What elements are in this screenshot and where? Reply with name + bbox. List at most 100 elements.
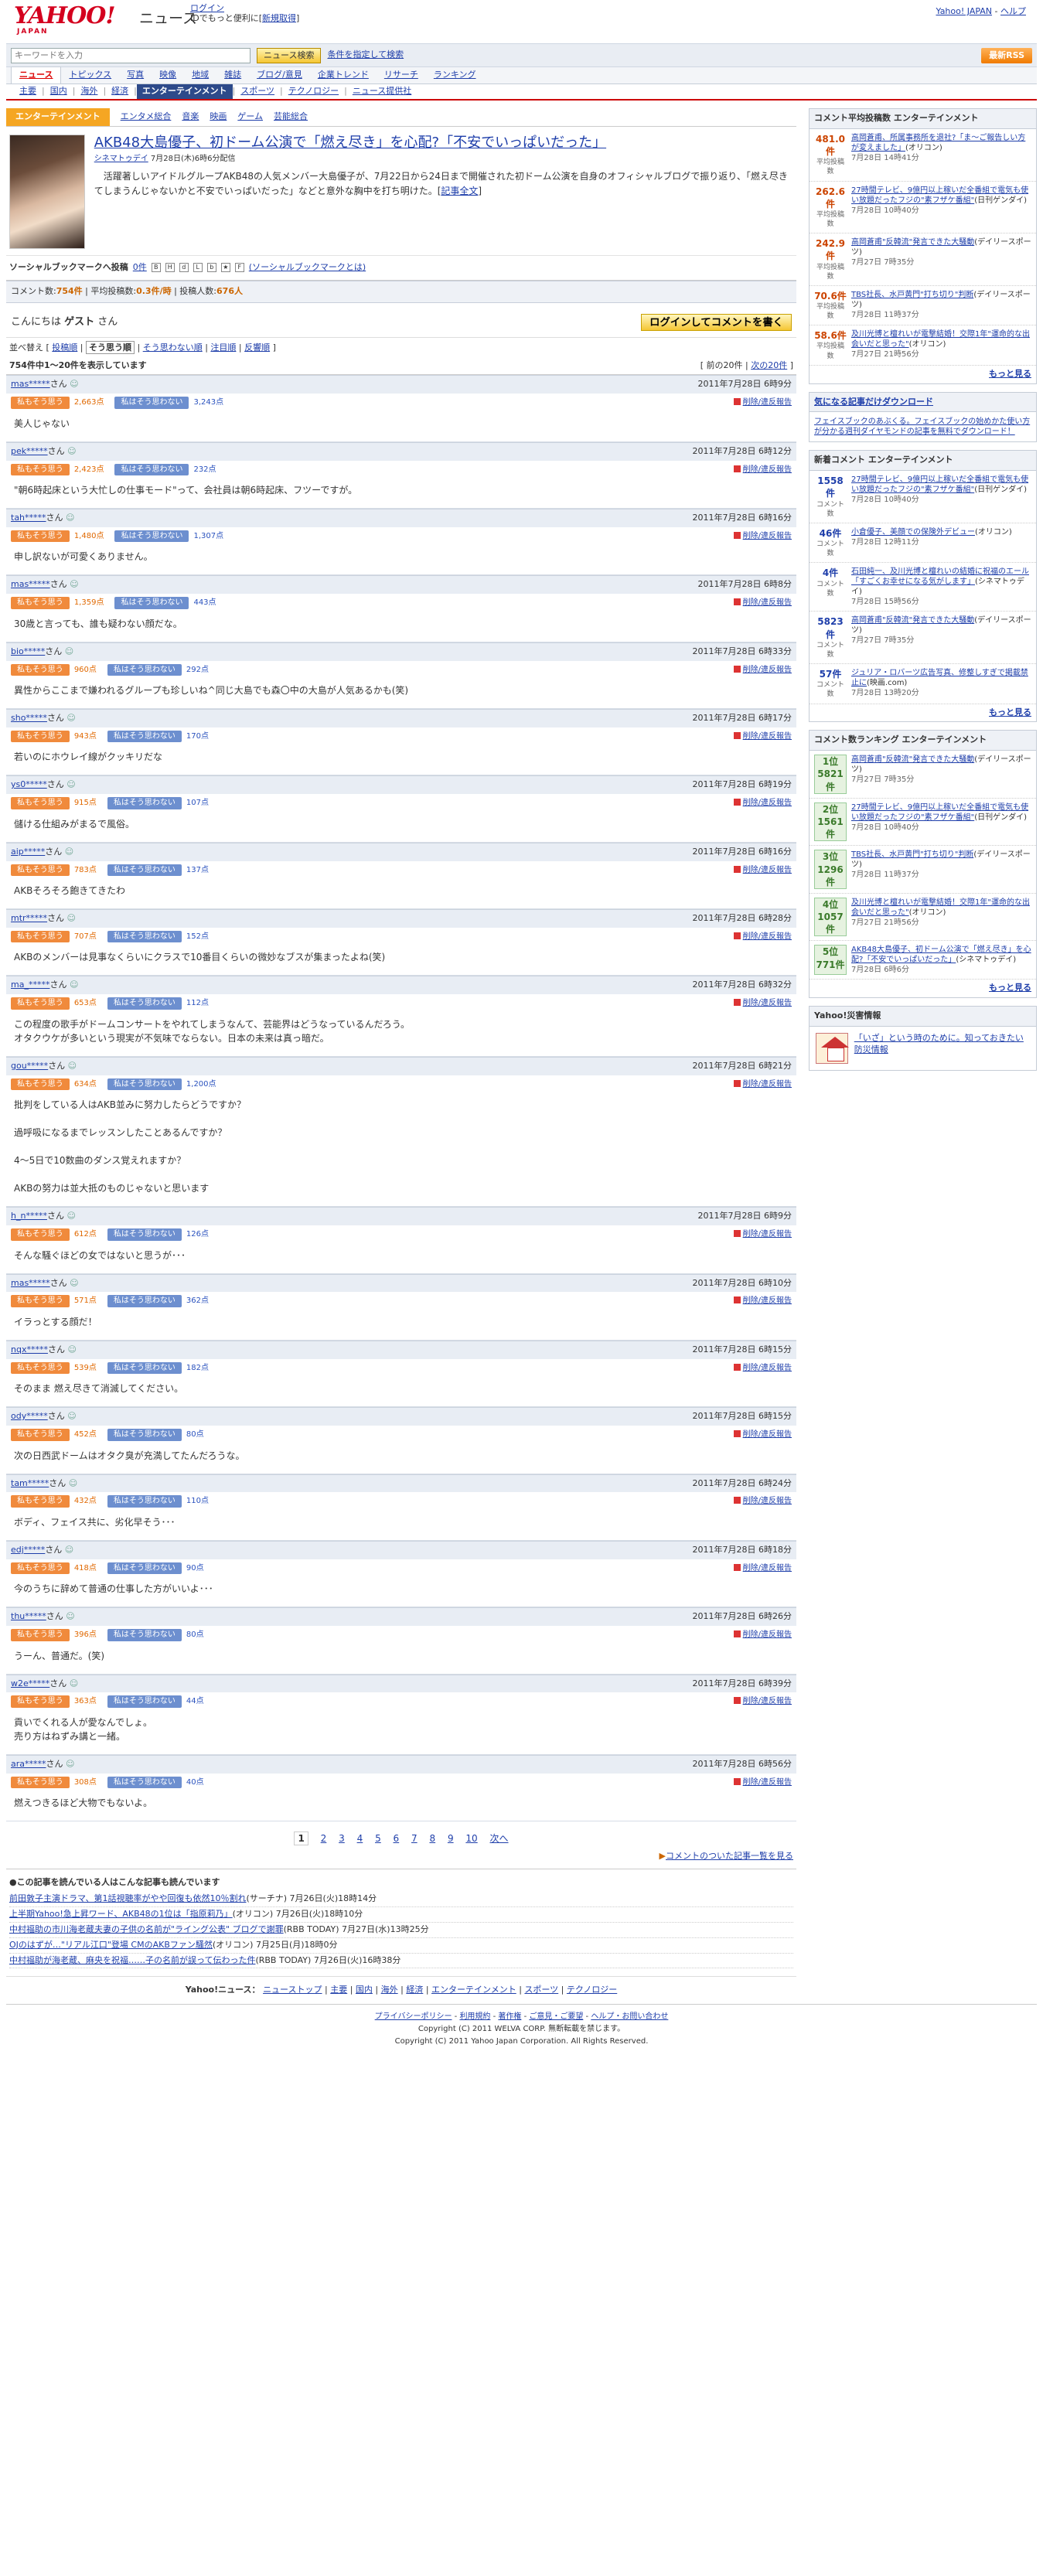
category-link[interactable]: 映画: [210, 111, 227, 123]
social-note[interactable]: (ソーシャルブックマークとは): [249, 262, 366, 274]
report-link[interactable]: 削除/違反報告: [734, 731, 792, 742]
comment-user-link[interactable]: gou*****: [11, 1061, 48, 1071]
more-list-link[interactable]: コメントのついた記事一覧を見る: [666, 1851, 793, 1861]
disagree-button[interactable]: 私はそう思わない: [107, 797, 182, 809]
login-link[interactable]: ログイン: [190, 3, 224, 13]
sidebar-article-link[interactable]: TBS社長、水戸黄門"打ち切り"判断: [851, 850, 973, 859]
report-link[interactable]: 削除/違反報告: [734, 1696, 792, 1707]
report-link[interactable]: 削除/違反報告: [734, 865, 792, 876]
avg-more-link[interactable]: もっと見る: [989, 369, 1031, 379]
advanced-search-link[interactable]: 条件を指定して検索: [327, 49, 404, 61]
agree-button[interactable]: 私もそう思う: [11, 463, 70, 476]
disagree-button[interactable]: 私はそう思わない: [107, 1078, 182, 1091]
agree-button[interactable]: 私もそう思う: [11, 1078, 70, 1091]
sidebar-article-link[interactable]: 高岡蒼甫"反韓流"発言できた大騒動: [851, 238, 974, 247]
agree-button[interactable]: 私もそう思う: [11, 930, 70, 943]
report-link[interactable]: 削除/違反報告: [734, 1079, 792, 1090]
disagree-button[interactable]: 私はそう思わない: [107, 1361, 182, 1375]
report-link[interactable]: 削除/違反報告: [734, 1563, 792, 1574]
page-link[interactable]: 7: [411, 1833, 418, 1844]
buzzurl-icon[interactable]: b: [206, 263, 216, 273]
agree-button[interactable]: 私もそう思う: [11, 397, 70, 409]
yahoo-top-link[interactable]: Yahoo! JAPAN: [936, 6, 992, 16]
disagree-button[interactable]: 私はそう思わない: [114, 597, 189, 609]
house-icon[interactable]: [816, 1033, 849, 1065]
disagree-button[interactable]: 私はそう思わない: [107, 1295, 182, 1307]
rss-button[interactable]: 最新RSS: [981, 47, 1032, 63]
comment-user-link[interactable]: mas*****: [11, 1278, 50, 1288]
report-link[interactable]: 削除/違反報告: [734, 1429, 792, 1440]
footnav-link[interactable]: 海外: [381, 1985, 398, 1995]
disagree-button[interactable]: 私はそう思わない: [107, 1495, 182, 1508]
related-item-link[interactable]: 上半期Yahoo!急上昇ワード、AKB48の1位は「指原莉乃」: [9, 1909, 233, 1919]
next-page-link[interactable]: 次へ: [490, 1833, 509, 1844]
agree-button[interactable]: 私もそう思う: [11, 1361, 70, 1375]
comment-user-link[interactable]: mtr*****: [11, 913, 47, 923]
report-link[interactable]: 削除/違反報告: [734, 1363, 792, 1374]
comment-user-link[interactable]: w2e*****: [11, 1678, 49, 1688]
category-link[interactable]: ゲーム: [237, 111, 263, 123]
footer-link[interactable]: ヘルプ・お問い合わせ: [591, 2012, 668, 2021]
category-link[interactable]: 音楽: [182, 111, 199, 123]
livedoor-icon[interactable]: L: [193, 263, 203, 273]
page-link[interactable]: 10: [465, 1833, 477, 1844]
sort-by-date[interactable]: 投稿順: [52, 342, 77, 353]
disagree-button[interactable]: 私はそう思わない: [114, 397, 189, 409]
agree-button[interactable]: 私もそう思う: [11, 797, 70, 809]
subnav-world[interactable]: 海外: [75, 86, 103, 97]
footnav-link[interactable]: ニューストップ: [263, 1985, 322, 1995]
report-link[interactable]: 削除/違反報告: [734, 1777, 792, 1788]
agree-button[interactable]: 私もそう思う: [11, 1562, 70, 1575]
related-item-link[interactable]: OJのはずが…"リアル江口"登場 CMのAKBファン騒然: [9, 1940, 213, 1950]
disagree-button[interactable]: 私はそう思わない: [107, 1629, 182, 1641]
rank-more-link[interactable]: もっと見る: [989, 983, 1031, 993]
disagree-button[interactable]: 私はそう思わない: [107, 1562, 182, 1575]
footnav-link[interactable]: 国内: [356, 1985, 373, 1995]
disagree-button[interactable]: 私はそう思わない: [107, 730, 182, 743]
report-link[interactable]: 削除/違反報告: [734, 932, 792, 942]
nav-news[interactable]: ニュース: [11, 66, 62, 83]
page-link[interactable]: 6: [394, 1833, 400, 1844]
comment-user-link[interactable]: thu*****: [11, 1611, 46, 1621]
disagree-button[interactable]: 私はそう思わない: [107, 1776, 182, 1789]
next-20-link[interactable]: 次の20件: [751, 360, 787, 370]
report-link[interactable]: 削除/違反報告: [734, 1496, 792, 1507]
comment-user-link[interactable]: tah*****: [11, 513, 46, 523]
footnav-link[interactable]: エンターテインメント: [431, 1985, 516, 1995]
page-link[interactable]: 2: [321, 1833, 327, 1844]
comment-user-link[interactable]: mas*****: [11, 579, 50, 589]
sort-by-disagree[interactable]: そう思わない順: [143, 342, 203, 353]
comment-user-link[interactable]: pek*****: [11, 446, 48, 456]
page-link[interactable]: 9: [448, 1833, 454, 1844]
footer-link[interactable]: プライバシーポリシー: [375, 2012, 452, 2021]
subnav-entertainment[interactable]: エンターテインメント: [136, 84, 233, 99]
social-count[interactable]: 0件: [133, 262, 147, 274]
agree-button[interactable]: 私もそう思う: [11, 1629, 70, 1641]
sidebar-article-link[interactable]: TBS社長、水戸黄門"打ち切り"判断: [851, 291, 973, 299]
hatena-icon[interactable]: H: [165, 263, 175, 273]
nav-trend[interactable]: 企業トレンド: [310, 67, 377, 83]
sort-by-response[interactable]: 反響順: [244, 342, 270, 353]
subnav-sports[interactable]: スポーツ: [235, 86, 280, 97]
agree-button[interactable]: 私もそう思う: [11, 1228, 70, 1241]
report-link[interactable]: 削除/違反報告: [734, 665, 792, 676]
disagree-button[interactable]: 私はそう思わない: [107, 663, 182, 676]
footnav-link[interactable]: テクノロジー: [567, 1985, 617, 1995]
report-link[interactable]: 削除/違反報告: [734, 531, 792, 542]
disagree-button[interactable]: 私はそう思わない: [107, 997, 182, 1010]
comment-user-link[interactable]: ara*****: [11, 1759, 46, 1769]
subnav-domestic[interactable]: 国内: [45, 86, 73, 97]
comment-user-link[interactable]: h_n*****: [11, 1211, 47, 1221]
agree-button[interactable]: 私もそう思う: [11, 730, 70, 743]
subnav-main[interactable]: 主要: [14, 86, 42, 97]
agree-button[interactable]: 私もそう思う: [11, 1776, 70, 1789]
disagree-button[interactable]: 私はそう思わない: [107, 1695, 182, 1708]
nav-ranking[interactable]: ランキング: [426, 67, 484, 83]
comment-user-link[interactable]: ys0*****: [11, 779, 47, 789]
page-link[interactable]: 4: [357, 1833, 363, 1844]
nav-blog[interactable]: ブログ/意見: [249, 67, 310, 83]
related-item-link[interactable]: 中村福助が海老蔵、麻央を祝福……子の名前が誤って伝わった件: [9, 1955, 255, 1965]
news-search-button[interactable]: ニュース検索: [257, 47, 322, 63]
comment-user-link[interactable]: ma_*****: [11, 980, 49, 990]
agree-button[interactable]: 私もそう思う: [11, 864, 70, 877]
